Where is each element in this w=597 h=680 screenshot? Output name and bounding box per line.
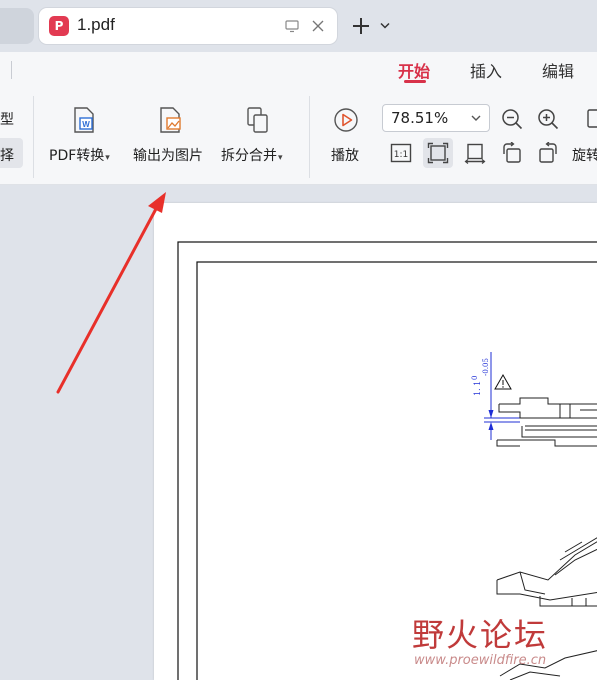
divider xyxy=(309,96,310,178)
play-button[interactable]: 播放 xyxy=(331,145,359,165)
export-image-button[interactable]: 输出为图片 xyxy=(133,145,203,165)
pdf-convert-icon[interactable]: W xyxy=(72,106,96,134)
pdf-page[interactable] xyxy=(154,203,597,680)
plus-icon[interactable] xyxy=(351,16,371,36)
rotate-button[interactable]: 旋转 xyxy=(572,145,597,165)
split-merge-button[interactable]: 拆分合并▾ xyxy=(221,145,283,165)
pdf-app-icon: P xyxy=(49,16,69,36)
chevron-down-icon: ▾ xyxy=(105,153,110,163)
zoom-value: 78.51% xyxy=(391,109,449,127)
svg-text:W: W xyxy=(82,120,90,129)
menu-tab-edit[interactable]: 编辑 xyxy=(542,58,574,82)
close-icon[interactable] xyxy=(311,19,325,33)
watermark-title: 野火论坛 xyxy=(412,616,549,654)
single-page-icon[interactable] xyxy=(587,109,597,129)
rotate-right-icon[interactable] xyxy=(537,142,559,164)
tab-bar: P 1.pdf xyxy=(0,0,597,52)
rotate-left-icon[interactable] xyxy=(501,142,523,164)
tab-title: 1.pdf xyxy=(77,15,115,34)
actual-size-icon[interactable]: 1:1 xyxy=(390,142,412,164)
zoom-select[interactable]: 78.51% xyxy=(382,104,490,132)
ribbon-item-select-label[interactable]: 择 xyxy=(0,145,14,165)
ribbon-item-type-label[interactable]: 型 xyxy=(0,109,14,129)
actual-size-label: 1:1 xyxy=(394,150,408,160)
split-merge-label: 拆分合并 xyxy=(221,148,277,164)
watermark-url: www.proewildfire.cn xyxy=(414,653,547,668)
chevron-down-icon: ▾ xyxy=(278,153,283,163)
export-image-icon[interactable] xyxy=(158,106,184,134)
zoom-out-icon[interactable] xyxy=(501,108,523,130)
divider xyxy=(33,96,34,178)
pdf-convert-label: PDF转换 xyxy=(49,148,105,164)
active-tab-indicator xyxy=(404,80,426,83)
fit-page-icon[interactable] xyxy=(427,142,449,164)
zoom-in-icon[interactable] xyxy=(537,108,559,130)
chevron-down-icon[interactable] xyxy=(380,22,390,30)
play-icon[interactable] xyxy=(333,107,359,133)
previous-tab[interactable] xyxy=(0,8,34,44)
menu-bar: 开始 插入 编辑 xyxy=(0,52,597,88)
fit-width-icon[interactable] xyxy=(464,142,486,164)
monitor-icon[interactable] xyxy=(285,19,299,33)
pdf-convert-button[interactable]: PDF转换▾ xyxy=(49,145,110,165)
chevron-down-icon xyxy=(471,115,481,121)
split-merge-icon[interactable] xyxy=(245,106,271,134)
menu-tab-start[interactable]: 开始 xyxy=(398,58,430,82)
divider xyxy=(11,61,12,79)
ribbon-toolbar: 型 择 W PDF转换▾ 输出为图片 拆分合并▾ 播放 78.51% 1:1 旋… xyxy=(0,88,597,185)
menu-tab-insert[interactable]: 插入 xyxy=(470,58,502,82)
tab-1-pdf[interactable]: P 1.pdf xyxy=(39,8,337,44)
